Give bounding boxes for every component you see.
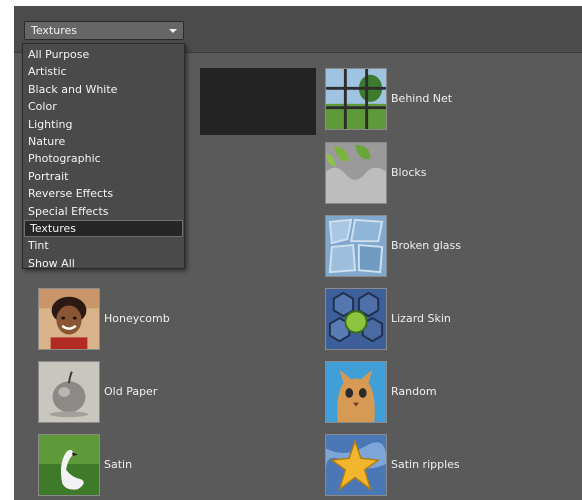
effect-item-satin[interactable]: Satin (38, 434, 198, 498)
menu-item-reverse-effects[interactable]: Reverse Effects (23, 185, 184, 202)
effect-label: Blocks (391, 166, 427, 179)
effect-item-lizard-skin[interactable]: Lizard Skin (325, 288, 485, 352)
girl-portrait-thumbnail (38, 288, 100, 350)
effect-preview-placeholder (200, 68, 316, 135)
category-menu: All Purpose Artistic Black and White Col… (22, 43, 185, 272)
effect-item-behind-net[interactable]: Behind Net (325, 68, 485, 132)
menu-item-color[interactable]: Color (23, 98, 184, 115)
effect-label: Random (391, 385, 437, 398)
effect-label: Honeycomb (104, 312, 170, 325)
effect-label: Behind Net (391, 92, 453, 105)
effect-item-satin-ripples[interactable]: Satin ripples (325, 434, 485, 498)
category-dropdown-value: Textures (31, 24, 77, 37)
effect-item-honeycomb[interactable]: Honeycomb (38, 288, 198, 352)
menu-item-tint[interactable]: Tint (23, 237, 184, 254)
broken-glass-thumbnail (325, 215, 387, 277)
menu-item-photographic[interactable]: Photographic (23, 150, 184, 167)
menu-item-artistic[interactable]: Artistic (23, 63, 184, 80)
menu-item-lighting[interactable]: Lighting (23, 116, 184, 133)
cat-thumbnail (325, 361, 387, 423)
category-dropdown[interactable]: Textures (24, 21, 184, 40)
effect-label: Old Paper (104, 385, 158, 398)
effect-item-broken-glass[interactable]: Broken glass (325, 215, 485, 279)
apple-sketch-thumbnail (38, 361, 100, 423)
effect-item-random[interactable]: Random (325, 361, 485, 425)
menu-item-show-all[interactable]: Show All (23, 255, 184, 272)
menu-item-portrait[interactable]: Portrait (23, 168, 184, 185)
menu-item-black-and-white[interactable]: Black and White (23, 81, 184, 98)
leaves-blocks-thumbnail (325, 142, 387, 204)
swan-thumbnail (38, 434, 100, 496)
effect-label: Satin (104, 458, 133, 471)
starfish-thumbnail (325, 434, 387, 496)
menu-item-nature[interactable]: Nature (23, 133, 184, 150)
effect-label: Broken glass (391, 239, 462, 252)
effect-label: Lizard Skin (391, 312, 451, 325)
chevron-down-icon[interactable] (169, 29, 177, 33)
effect-item-blocks[interactable]: Blocks (325, 142, 485, 206)
field-grid-thumbnail (325, 68, 387, 130)
lizard-skin-thumbnail (325, 288, 387, 350)
menu-item-special-effects[interactable]: Special Effects (23, 203, 184, 220)
menu-item-all-purpose[interactable]: All Purpose (23, 46, 184, 63)
effect-label: Satin ripples (391, 458, 460, 471)
menu-item-textures[interactable]: Textures (24, 219, 183, 238)
effect-item-old-paper[interactable]: Old Paper (38, 361, 198, 425)
